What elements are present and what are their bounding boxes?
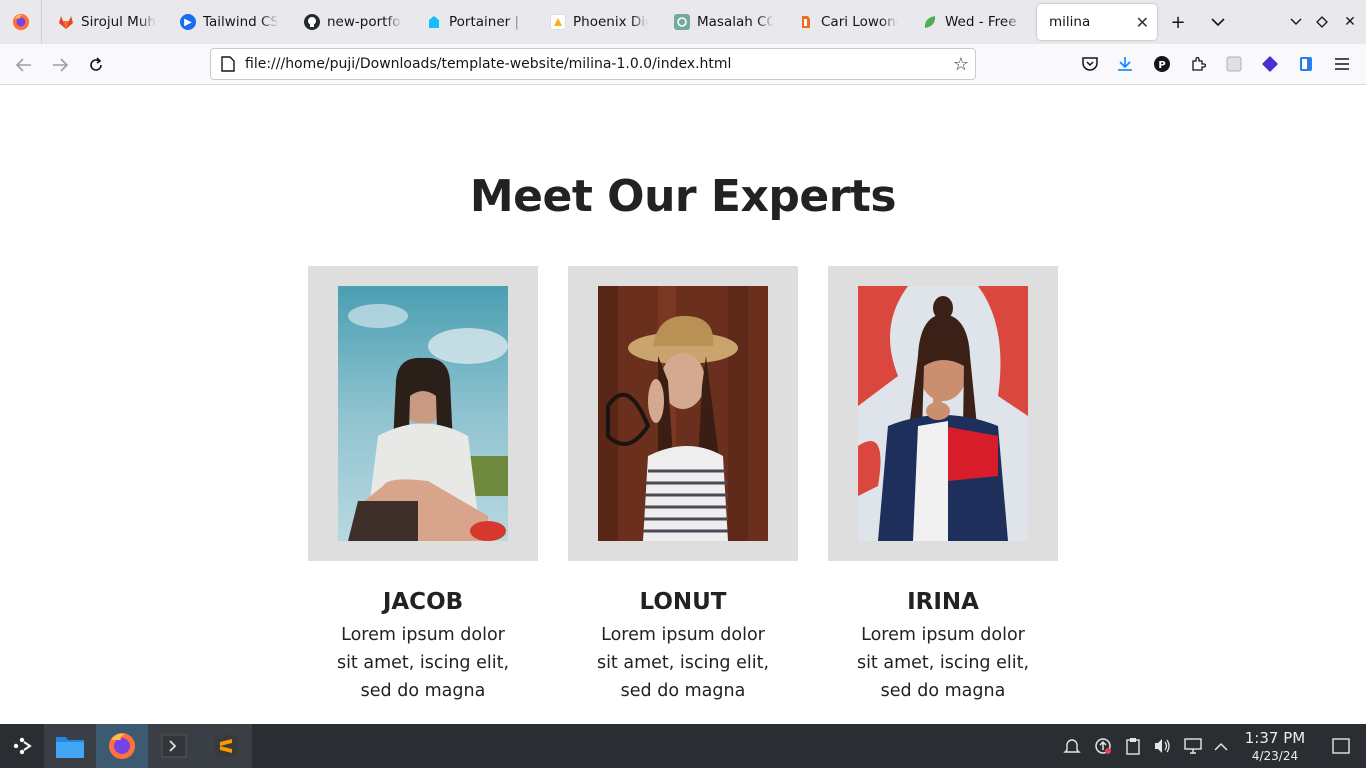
chatgpt-icon (674, 14, 690, 30)
portainer-icon (426, 14, 442, 30)
phoenix-icon (550, 14, 566, 30)
taskbar-file-manager[interactable] (44, 724, 96, 768)
photo-frame (308, 266, 538, 561)
volume-icon[interactable] (1151, 735, 1173, 757)
pocket-icon[interactable] (1079, 53, 1101, 75)
downloads-icon[interactable] (1114, 53, 1136, 75)
new-tab-button[interactable]: + (1166, 10, 1190, 34)
jobsite-icon (798, 14, 814, 30)
forward-button[interactable] (47, 52, 73, 78)
expert-description: Lorem ipsum dolor sit amet, iscing elit,… (336, 625, 510, 701)
expert-card: JACOB Lorem ipsum dolor sit amet, iscing… (308, 266, 538, 705)
tab-chatgpt[interactable]: Masalah COR (662, 4, 786, 40)
expert-description: Lorem ipsum dolor sit amet, iscing elit,… (596, 625, 770, 701)
photo-frame (568, 266, 798, 561)
play-circle-icon: ▶ (180, 14, 196, 30)
tab-milina[interactable]: milina ✕ (1037, 4, 1157, 40)
clock-date: 4/23/24 (1251, 749, 1299, 763)
clipboard-icon[interactable] (1122, 735, 1144, 757)
tab-title: Wed - Free B (945, 14, 1022, 30)
gitlab-icon (58, 14, 74, 30)
notifications-icon[interactable] (1061, 735, 1083, 757)
maximize-button[interactable] (1310, 10, 1334, 34)
launcher-icon (13, 737, 32, 755)
system-clock[interactable]: 1:37 PM 4/23/24 (1240, 728, 1310, 764)
close-icon[interactable]: ✕ (1136, 13, 1149, 32)
application-launcher[interactable] (0, 724, 44, 768)
folder-icon (56, 737, 84, 758)
extension-diamond-icon[interactable] (1259, 53, 1281, 75)
taskbar: 1:37 PM 4/23/24 (0, 724, 1366, 768)
taskbar-terminal[interactable] (148, 724, 200, 768)
expert-card: LONUT Lorem ipsum dolor sit amet, iscing… (568, 266, 798, 705)
diamond-icon (1316, 16, 1328, 28)
expert-card: IRINA Lorem ipsum dolor sit amet, iscing… (828, 266, 1058, 705)
arrow-right-icon (53, 58, 68, 72)
network-icon[interactable] (1182, 735, 1204, 757)
bookmark-star-icon[interactable]: ☆ (953, 54, 969, 75)
github-icon (304, 14, 320, 30)
firefox-view-button[interactable] (0, 0, 42, 44)
tab-title: Tailwind CSS (203, 14, 278, 30)
chevron-up-icon[interactable] (1210, 735, 1232, 757)
tab-title: Cari Lowonga (821, 14, 898, 30)
expert-name: JACOB (382, 589, 464, 615)
taskbar-firefox[interactable] (96, 724, 148, 768)
expert-photo (338, 286, 508, 541)
file-icon (221, 56, 235, 72)
show-desktop-button[interactable] (1330, 735, 1352, 757)
url-text[interactable]: file:///home/puji/Downloads/template-web… (245, 56, 731, 72)
firefox-icon (109, 733, 135, 759)
close-window-button[interactable]: ✕ (1338, 10, 1362, 34)
arrow-left-icon (16, 58, 31, 72)
tab-lowongan[interactable]: Cari Lowonga (786, 4, 910, 40)
reload-icon (90, 57, 102, 71)
leaf-icon (922, 14, 938, 30)
update-icon[interactable] (1092, 735, 1114, 757)
tab-bar: Sirojul Muhtar ▶ Tailwind CSS new-portfo… (0, 0, 1366, 44)
tab-title: Masalah COR (697, 14, 774, 30)
tab-title: Portainer | lo (449, 14, 524, 30)
extension-phone-icon[interactable] (1295, 53, 1317, 75)
reload-button[interactable] (83, 52, 109, 78)
expert-name: IRINA (907, 589, 979, 615)
section-heading: Meet Our Experts (469, 171, 897, 222)
expert-description: Lorem ipsum dolor sit amet, iscing elit,… (856, 625, 1030, 701)
taskbar-sublime-text[interactable] (200, 724, 252, 768)
desktop-icon (1332, 738, 1350, 754)
chevron-down-icon (1290, 18, 1302, 25)
tab-sirojul[interactable]: Sirojul Muhtar (46, 4, 168, 40)
expert-photo (598, 286, 768, 541)
web-page: Meet Our Experts JACOB Lorem ipsum dolor… (0, 85, 1366, 724)
tab-tailwind[interactable]: ▶ Tailwind CSS (168, 4, 290, 40)
url-bar[interactable]: file:///home/puji/Downloads/template-web… (210, 48, 976, 80)
expert-name: LONUT (639, 589, 727, 615)
sublime-icon (215, 735, 237, 757)
tab-title: milina (1049, 14, 1091, 30)
firefox-icon (12, 13, 29, 31)
chevron-down-icon (1211, 17, 1225, 26)
tab-title: new-portfolio (327, 14, 402, 30)
clock-time: 1:37 PM (1244, 729, 1306, 747)
tab-phoenix[interactable]: Phoenix Digit (538, 4, 660, 40)
extension-grid-icon[interactable] (1223, 53, 1245, 75)
photo-frame (828, 266, 1058, 561)
terminal-icon (161, 734, 187, 758)
svg-text:P: P (1158, 60, 1165, 71)
profile-avatar-icon[interactable]: P (1151, 53, 1173, 75)
back-button[interactable] (11, 52, 37, 78)
tab-github[interactable]: new-portfolio (292, 4, 414, 40)
menu-hamburger-icon[interactable] (1331, 53, 1353, 75)
tab-portainer[interactable]: Portainer | lo (414, 4, 536, 40)
navigation-toolbar: file:///home/puji/Downloads/template-web… (0, 44, 1366, 85)
extensions-icon[interactable] (1187, 53, 1209, 75)
list-all-tabs-button[interactable] (1206, 10, 1230, 34)
tab-wed[interactable]: Wed - Free B (910, 4, 1034, 40)
tab-title: Phoenix Digit (573, 14, 648, 30)
expert-photo (858, 286, 1028, 541)
tab-title: Sirojul Muhtar (81, 14, 156, 30)
minimize-button[interactable] (1284, 10, 1308, 34)
